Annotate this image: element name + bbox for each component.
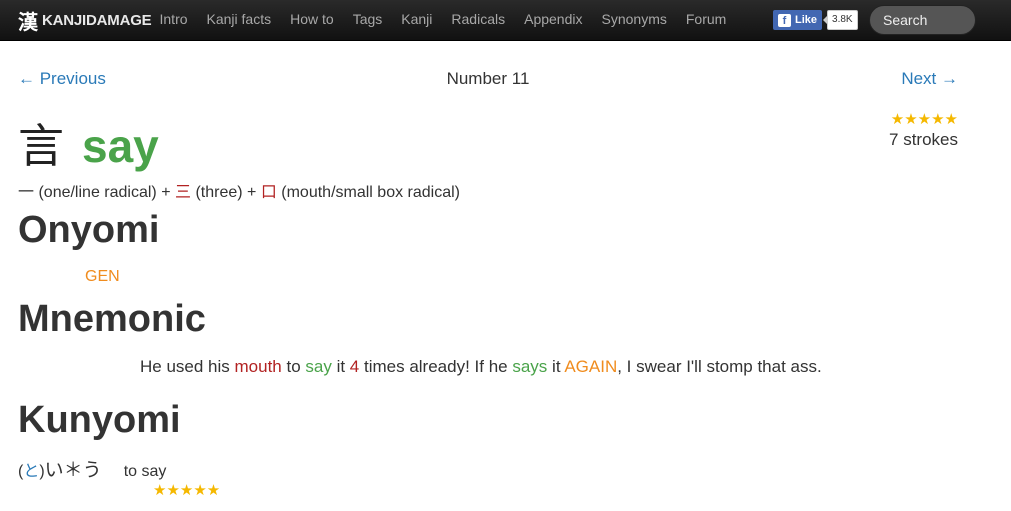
- kunyomi-prefix: と: [23, 463, 40, 480]
- kanji-pager: Number 11 ← Previous Next →: [18, 69, 958, 91]
- stroke-count: 7 strokes: [889, 130, 958, 149]
- kanji-logo-icon: 漢: [18, 9, 38, 34]
- navbar: 漢 KANJIDAMAGE Intro Kanji facts How to T…: [0, 0, 1011, 41]
- kanji-number: Number 11: [446, 69, 530, 88]
- component-mouth-link[interactable]: 口: [261, 184, 277, 201]
- kanji-components: 一 (one/line radical) + 三 (three) + 口 (mo…: [18, 178, 460, 202]
- kanji-meaning: say: [82, 120, 159, 172]
- nav-link-radicals[interactable]: Radicals: [442, 0, 515, 40]
- kunyomi-reading: い＊う: [44, 459, 102, 481]
- mnemonic-part-3: it: [331, 357, 350, 376]
- onyomi-heading: Onyomi: [18, 209, 160, 251]
- kanji-title: 言 say: [18, 110, 159, 173]
- mnemonic-word-again: AGAIN: [564, 357, 618, 376]
- facebook-like-count: 3.8K: [823, 10, 858, 30]
- nav-link-intro[interactable]: Intro: [150, 0, 197, 40]
- kunyomi-meaning: to say: [123, 463, 167, 480]
- component-one-desc: (one/line radical) +: [34, 184, 175, 201]
- mnemonic-part-5: it: [547, 357, 565, 376]
- component-one-link[interactable]: 一: [18, 184, 34, 201]
- component-three-desc: (three) +: [191, 184, 261, 201]
- kunyomi-heading: Kunyomi: [18, 399, 181, 441]
- search-input[interactable]: Search: [869, 5, 976, 35]
- mnemonic-word-say: say: [305, 357, 332, 376]
- facebook-like-widget: f Like 3.8K: [773, 10, 858, 30]
- nav-link-kanji-facts[interactable]: Kanji facts: [197, 0, 281, 40]
- nav-links: Intro Kanji facts How to Tags Kanji Radi…: [150, 0, 736, 40]
- nav-link-forum[interactable]: Forum: [676, 0, 735, 40]
- facebook-icon: f: [778, 13, 791, 27]
- component-mouth-desc: (mouth/small box radical): [276, 184, 460, 201]
- facebook-like-button[interactable]: f Like: [773, 10, 823, 30]
- component-three-link[interactable]: 三: [175, 184, 191, 201]
- mnemonic-part-6: , I swear I'll stomp that ass.: [617, 357, 822, 376]
- onyomi-reading: GEN: [85, 268, 120, 285]
- mnemonic-word-four: 4: [349, 357, 360, 376]
- mnemonic-word-mouth: mouth: [234, 357, 282, 376]
- mnemonic-part-4: times already! If he: [359, 357, 513, 376]
- kunyomi-stars-icon: ★★★★★: [153, 482, 221, 499]
- mnemonic-part-1: He used his: [140, 357, 235, 376]
- kanji-rating: ★★★★★ 7 strokes: [889, 110, 958, 150]
- mnemonic-word-says: says: [512, 357, 548, 376]
- nav-link-tags[interactable]: Tags: [343, 0, 392, 40]
- brand-logo[interactable]: 漢 KANJIDAMAGE: [18, 8, 152, 34]
- brand-name: KANJIDAMAGE: [42, 11, 152, 29]
- nav-link-appendix[interactable]: Appendix: [515, 0, 592, 40]
- nav-link-how-to[interactable]: How to: [281, 0, 344, 40]
- facebook-like-label: Like: [795, 14, 818, 26]
- nav-link-synonyms[interactable]: Synonyms: [592, 0, 676, 40]
- kunyomi-entry: ( と ) い＊う to say: [18, 455, 166, 482]
- mnemonic-text: He used his mouth to say it 4 times alre…: [140, 357, 822, 377]
- mnemonic-heading: Mnemonic: [18, 298, 206, 340]
- kanji-character: 言: [18, 119, 64, 173]
- next-link[interactable]: Next →: [901, 69, 958, 89]
- usefulness-stars-icon: ★★★★★: [890, 111, 958, 128]
- previous-link[interactable]: ← Previous: [18, 69, 106, 89]
- nav-link-kanji[interactable]: Kanji: [392, 0, 442, 40]
- mnemonic-part-2: to: [281, 357, 306, 376]
